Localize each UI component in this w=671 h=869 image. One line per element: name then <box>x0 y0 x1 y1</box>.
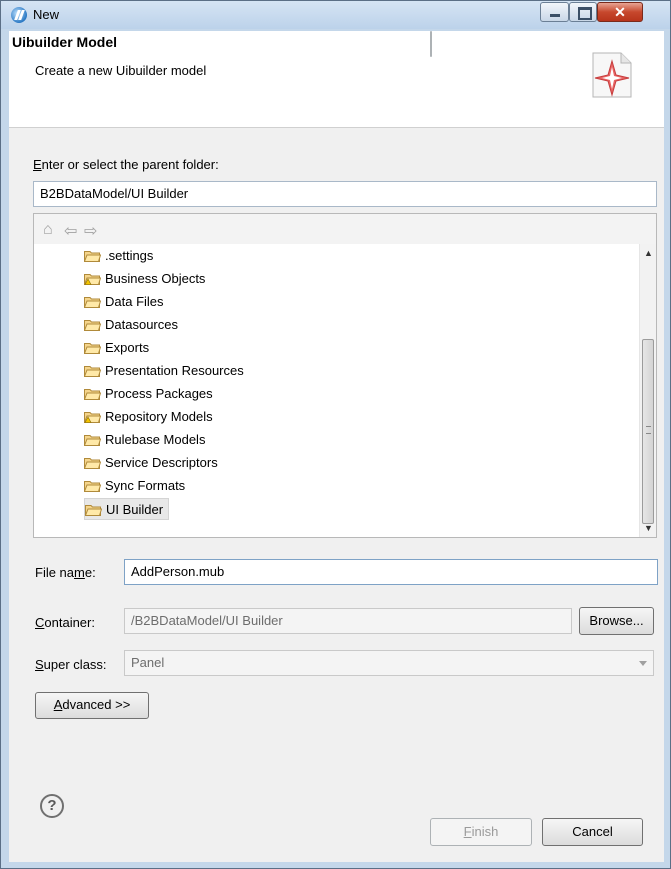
tree-item-label: Sync Formats <box>105 478 186 493</box>
file-name-label: File name: <box>35 565 96 580</box>
tree-item-label: Business Objects <box>105 271 206 286</box>
folder-warning-icon <box>84 274 101 285</box>
cancel-button[interactable]: Cancel <box>542 818 643 846</box>
tree-item[interactable]: Sync Formats <box>84 475 185 497</box>
scroll-down-icon[interactable]: ▼ <box>640 523 657 533</box>
scroll-up-icon[interactable]: ▲ <box>640 248 657 258</box>
parent-folder-label: Enter or select the parent folder: <box>33 157 219 172</box>
page-subtitle: Create a new Uibuilder model <box>35 63 207 78</box>
wizard-header: Uibuilder Model Create a new Uibuilder m… <box>9 31 664 128</box>
super-class-select: Panel <box>124 650 654 676</box>
tree-item-label: Rulebase Models <box>105 432 206 447</box>
back-arrow-icon[interactable]: ⇦ <box>64 221 77 241</box>
tree-item-label: Datasources <box>105 317 178 332</box>
help-icon[interactable]: ? <box>40 794 64 818</box>
folder-icon <box>84 481 101 492</box>
home-icon[interactable]: ⌂ <box>43 221 53 239</box>
folder-icon <box>84 320 101 331</box>
tree-item[interactable]: Datasources <box>84 314 178 336</box>
file-name-input[interactable]: AddPerson.mub <box>124 559 658 585</box>
vertical-scrollbar[interactable]: ▲ ▼ <box>639 244 656 537</box>
close-button[interactable]: ✕ <box>597 2 643 22</box>
tree-item[interactable]: Repository Models <box>84 406 213 428</box>
app-icon <box>11 7 27 23</box>
new-model-wizard-icon <box>592 52 632 98</box>
folder-icon <box>84 458 101 469</box>
title-bar[interactable]: New ✕ <box>1 1 670 29</box>
close-icon: ✕ <box>614 4 626 20</box>
super-class-value: Panel <box>131 655 165 670</box>
tree-item[interactable]: Data Files <box>84 291 164 313</box>
tree-item-label: .settings <box>105 248 154 263</box>
tree-item-label: Data Files <box>105 294 164 309</box>
dialog-content: Uibuilder Model Create a new Uibuilder m… <box>9 31 664 862</box>
finish-button-placeholder <box>430 31 432 57</box>
folder-icon <box>84 389 101 400</box>
folder-warning-icon <box>84 412 101 423</box>
minimize-button[interactable] <box>540 2 569 22</box>
tree-item-label: Exports <box>105 340 150 355</box>
tree-item[interactable]: .settings <box>84 245 153 267</box>
scroll-thumb[interactable] <box>642 339 654 524</box>
tree-item-label: Repository Models <box>105 409 213 424</box>
tree-item[interactable]: UI Builder <box>84 498 170 520</box>
folder-icon <box>85 505 102 516</box>
forward-arrow-icon[interactable]: ⇨ <box>84 221 97 241</box>
parent-folder-input[interactable]: B2BDataModel/UI Builder <box>33 181 657 207</box>
container-label: Container: <box>35 615 95 630</box>
folder-tree[interactable]: ⌂ ⇦ ⇨ .settings Business Objects Data File… <box>33 213 657 538</box>
folder-icon <box>84 297 101 308</box>
tree-item[interactable]: Exports <box>84 337 149 359</box>
tree-item[interactable]: Process Packages <box>84 383 213 405</box>
tree-item[interactable]: Rulebase Models <box>84 429 205 451</box>
tree-item-label: Process Packages <box>105 386 213 401</box>
chevron-down-icon <box>639 661 647 666</box>
finish-button[interactable]: Finish <box>430 818 532 846</box>
container-input: /B2BDataModel/UI Builder <box>124 608 572 634</box>
page-title: Uibuilder Model <box>12 34 117 50</box>
folder-icon <box>84 343 101 354</box>
tree-item-label: UI Builder <box>106 502 164 517</box>
dialog-window: New ✕ Uibuilder Model Create a new Uibui… <box>0 0 671 869</box>
super-class-label: Super class: <box>35 657 107 672</box>
folder-list: .settings Business Objects Data Files Datas… <box>34 244 639 537</box>
browse-button[interactable]: Browse... <box>579 607 654 635</box>
tree-item[interactable]: Presentation Resources <box>84 360 244 382</box>
tree-navigation-bar: ⌂ ⇦ ⇨ <box>34 214 656 244</box>
tree-item-label: Service Descriptors <box>105 455 218 470</box>
advanced-button[interactable]: Advanced >> <box>35 692 149 719</box>
folder-icon <box>84 366 101 377</box>
tree-item-label: Presentation Resources <box>105 363 244 378</box>
maximize-button[interactable] <box>569 2 597 22</box>
folder-icon <box>84 251 101 262</box>
folder-icon <box>84 435 101 446</box>
window-title: New <box>33 7 60 22</box>
tree-item[interactable]: Service Descriptors <box>84 452 218 474</box>
tree-item[interactable]: Business Objects <box>84 268 205 290</box>
